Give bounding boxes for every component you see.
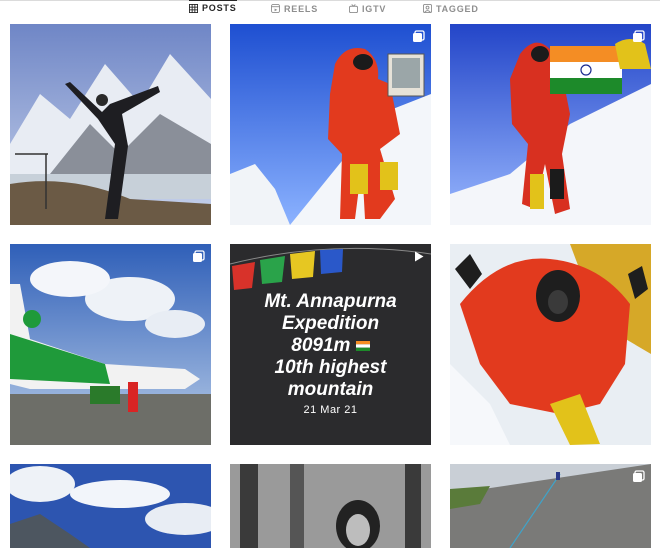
clouds-photo — [10, 464, 211, 548]
reels-icon — [271, 4, 280, 13]
expedition-date: 21 Mar 21 — [303, 404, 358, 416]
post-yoga-pose-mountains[interactable] — [10, 24, 211, 225]
india-flag-icon — [355, 341, 370, 351]
tab-igtv-label: IGTV — [362, 3, 387, 14]
post-climber-in-oxygen-mask[interactable] — [450, 244, 651, 445]
expedition-altitude: 8091m — [230, 335, 431, 357]
post-expedition-card[interactable]: Mt. Annapurna Expedition 8091m 10th high… — [230, 244, 431, 445]
airplane-photo — [10, 244, 211, 445]
carousel-icon — [633, 30, 645, 42]
summit-photo — [230, 24, 431, 225]
video-icon — [415, 251, 424, 262]
post-summit-climber-with-photo[interactable] — [230, 24, 431, 225]
expedition-title-line4: 10th highest — [274, 357, 387, 378]
tab-reels[interactable]: REELS — [271, 1, 318, 16]
india-flag — [550, 46, 622, 94]
grid-icon — [189, 3, 198, 13]
flag-summit-photo — [450, 24, 651, 225]
tab-posts[interactable]: POSTS — [189, 0, 237, 15]
carousel-icon — [413, 30, 425, 42]
post-clouds-over-mountains[interactable] — [10, 464, 211, 548]
carousel-icon — [193, 250, 205, 262]
tab-reels-label: REELS — [284, 3, 319, 14]
tab-igtv[interactable]: IGTV — [349, 1, 386, 16]
tab-tagged[interactable]: TAGGED — [423, 1, 479, 16]
post-portrait-in-forest[interactable] — [230, 464, 431, 548]
post-rock-slab-climbing[interactable] — [450, 464, 651, 548]
post-airplane-on-tarmac[interactable] — [10, 244, 211, 445]
tagged-icon — [423, 4, 432, 13]
yoga-photo — [10, 24, 211, 225]
expedition-title-line1: Mt. Annapurna — [264, 291, 397, 312]
forest-portrait-photo — [230, 464, 431, 548]
tab-posts-label: POSTS — [202, 3, 237, 13]
oxygen-mask-photo — [450, 244, 651, 445]
carousel-icon — [633, 470, 645, 482]
igtv-icon — [349, 4, 358, 13]
profile-tabs: POSTS REELS IGTV TAGGED — [0, 0, 660, 16]
tab-tagged-label: TAGGED — [436, 3, 479, 14]
expedition-title-line2: Expedition — [281, 313, 380, 334]
expedition-title-line5: mountain — [287, 379, 374, 400]
rock-slab-photo — [450, 464, 651, 548]
post-summit-climber-with-india-flag[interactable] — [450, 24, 651, 225]
